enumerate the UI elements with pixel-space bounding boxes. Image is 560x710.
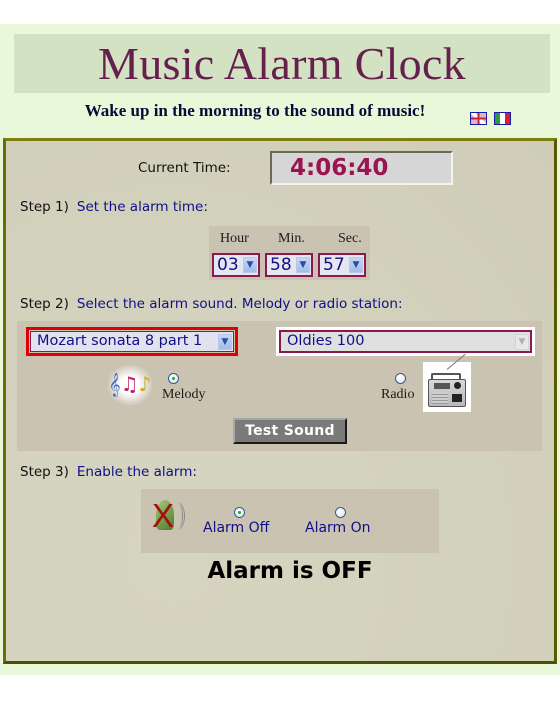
minute-value: 58 (270, 255, 292, 275)
radio-radio-button[interactable] (395, 373, 406, 384)
hour-label: Hour (220, 231, 249, 246)
radio-select-box: Oldies 100 ▼ (279, 330, 532, 353)
minute-select[interactable]: 58 ▼ (265, 253, 313, 277)
italy-flag-icon[interactable] (494, 112, 511, 125)
current-time-display: 4:06:40 (270, 151, 453, 185)
current-time-label: Current Time: (138, 160, 231, 176)
radio-station-select[interactable]: Oldies 100 ▼ (276, 327, 535, 356)
melody-select-value: Mozart sonata 8 part 1 (37, 333, 203, 349)
second-select[interactable]: 57 ▼ (318, 253, 366, 277)
alarm-off-label: Alarm Off (203, 520, 270, 536)
music-notes-icon: 𝄞♫♪ (108, 365, 152, 405)
radio-icon (423, 353, 471, 412)
step1-heading: Step 1) Set the alarm time: (20, 199, 208, 215)
uk-flag-icon[interactable] (470, 112, 487, 125)
step3-number: Step 3) (20, 464, 69, 480)
step2-heading: Step 2) Select the alarm sound. Melody or… (20, 296, 403, 312)
chevron-down-icon: ▼ (515, 334, 529, 350)
chevron-down-icon: ▼ (349, 257, 363, 273)
second-label: Sec. (338, 231, 362, 246)
chevron-down-icon: ▼ (218, 334, 232, 350)
chevron-down-icon: ▼ (243, 257, 257, 273)
radio-label: Radio (381, 387, 415, 402)
alarm-status-text: Alarm is OFF (207, 558, 373, 584)
hour-select[interactable]: 03 ▼ (212, 253, 260, 277)
radio-select-value: Oldies 100 (287, 333, 365, 349)
alarm-off-radio-button[interactable] (234, 507, 245, 518)
step3-text: Enable the alarm: (76, 464, 197, 480)
second-value: 57 (323, 255, 345, 275)
alarm-time-picker: Hour Min. Sec. 03 ▼ 58 ▼ 57 ▼ (209, 226, 370, 280)
test-sound-button[interactable]: Test Sound (233, 418, 347, 444)
chevron-down-icon: ▼ (296, 257, 310, 273)
alarm-on-radio-button[interactable] (335, 507, 346, 518)
step3-heading: Step 3) Enable the alarm: (20, 464, 197, 480)
step2-text: Select the alarm sound. Melody or radio … (76, 296, 403, 312)
hour-value: 03 (217, 255, 239, 275)
muted-bell-icon: X (148, 494, 186, 540)
minute-label: Min. (278, 231, 305, 246)
melody-label: Melody (162, 387, 206, 402)
page-title: Music Alarm Clock (98, 38, 466, 89)
melody-select-box: Mozart sonata 8 part 1 ▼ (30, 331, 234, 352)
page-subtitle: Wake up in the morning to the sound of m… (84, 101, 426, 120)
step1-number: Step 1) (20, 199, 69, 215)
alarm-on-label: Alarm On (305, 520, 371, 536)
step2-number: Step 2) (20, 296, 69, 312)
step1-text: Set the alarm time: (76, 199, 208, 215)
melody-radio-button[interactable] (168, 373, 179, 384)
melody-select[interactable]: Mozart sonata 8 part 1 ▼ (26, 327, 238, 356)
title-banner: Music Alarm Clock (14, 34, 550, 93)
